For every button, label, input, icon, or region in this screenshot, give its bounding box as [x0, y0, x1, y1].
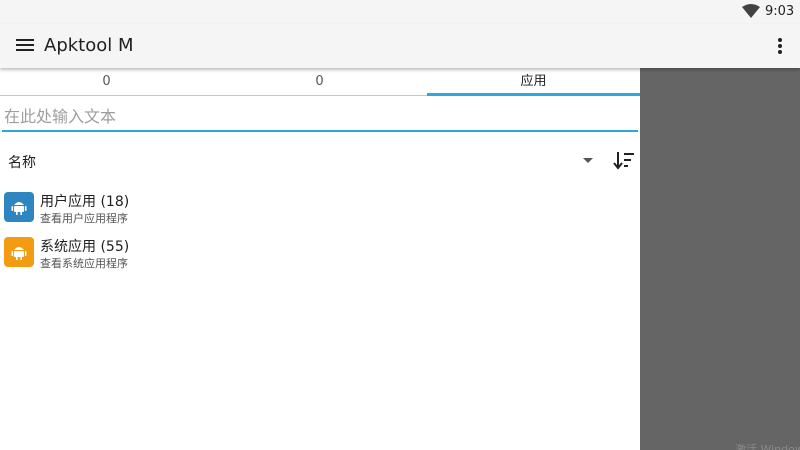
list-item-subtitle: 查看用户应用程序 [40, 212, 128, 225]
tab-active-indicator [427, 93, 640, 96]
android-icon [4, 237, 34, 267]
side-panel [640, 68, 800, 450]
dropdown-arrow-icon[interactable] [580, 150, 596, 170]
more-vert-icon[interactable] [770, 36, 790, 56]
wifi-icon [742, 4, 760, 18]
sort-field-label: 名称 [8, 155, 36, 171]
watermark-text: 激活 Windows [735, 443, 800, 450]
list-item-system-apps[interactable]: 系统应用 (55) 查看系统应用程序 [0, 233, 640, 277]
hamburger-menu-icon[interactable] [16, 36, 36, 56]
list-item-subtitle: 查看系统应用程序 [40, 257, 128, 270]
list-item-title: 系统应用 (55) [40, 239, 130, 255]
app-title: Apktool M [44, 35, 134, 56]
list-item-user-apps[interactable]: 用户应用 (18) 查看用户应用程序 [0, 188, 640, 232]
tab-bar: 0 0 应用 [0, 68, 640, 96]
list-item-title: 用户应用 (18) [40, 194, 130, 210]
app-bar: Apktool M [0, 24, 800, 68]
sort-order-icon[interactable] [613, 150, 635, 170]
tab-first[interactable]: 0 [0, 68, 213, 96]
app-root: 9:03 Apktool M 0 0 应用 名称 [0, 0, 800, 450]
tab-apps[interactable]: 应用 [427, 68, 640, 96]
tab-second[interactable]: 0 [213, 68, 426, 96]
search-input[interactable] [2, 102, 638, 132]
status-time: 9:03 [765, 4, 795, 19]
android-icon [4, 192, 34, 222]
status-bar: 9:03 [0, 0, 800, 24]
